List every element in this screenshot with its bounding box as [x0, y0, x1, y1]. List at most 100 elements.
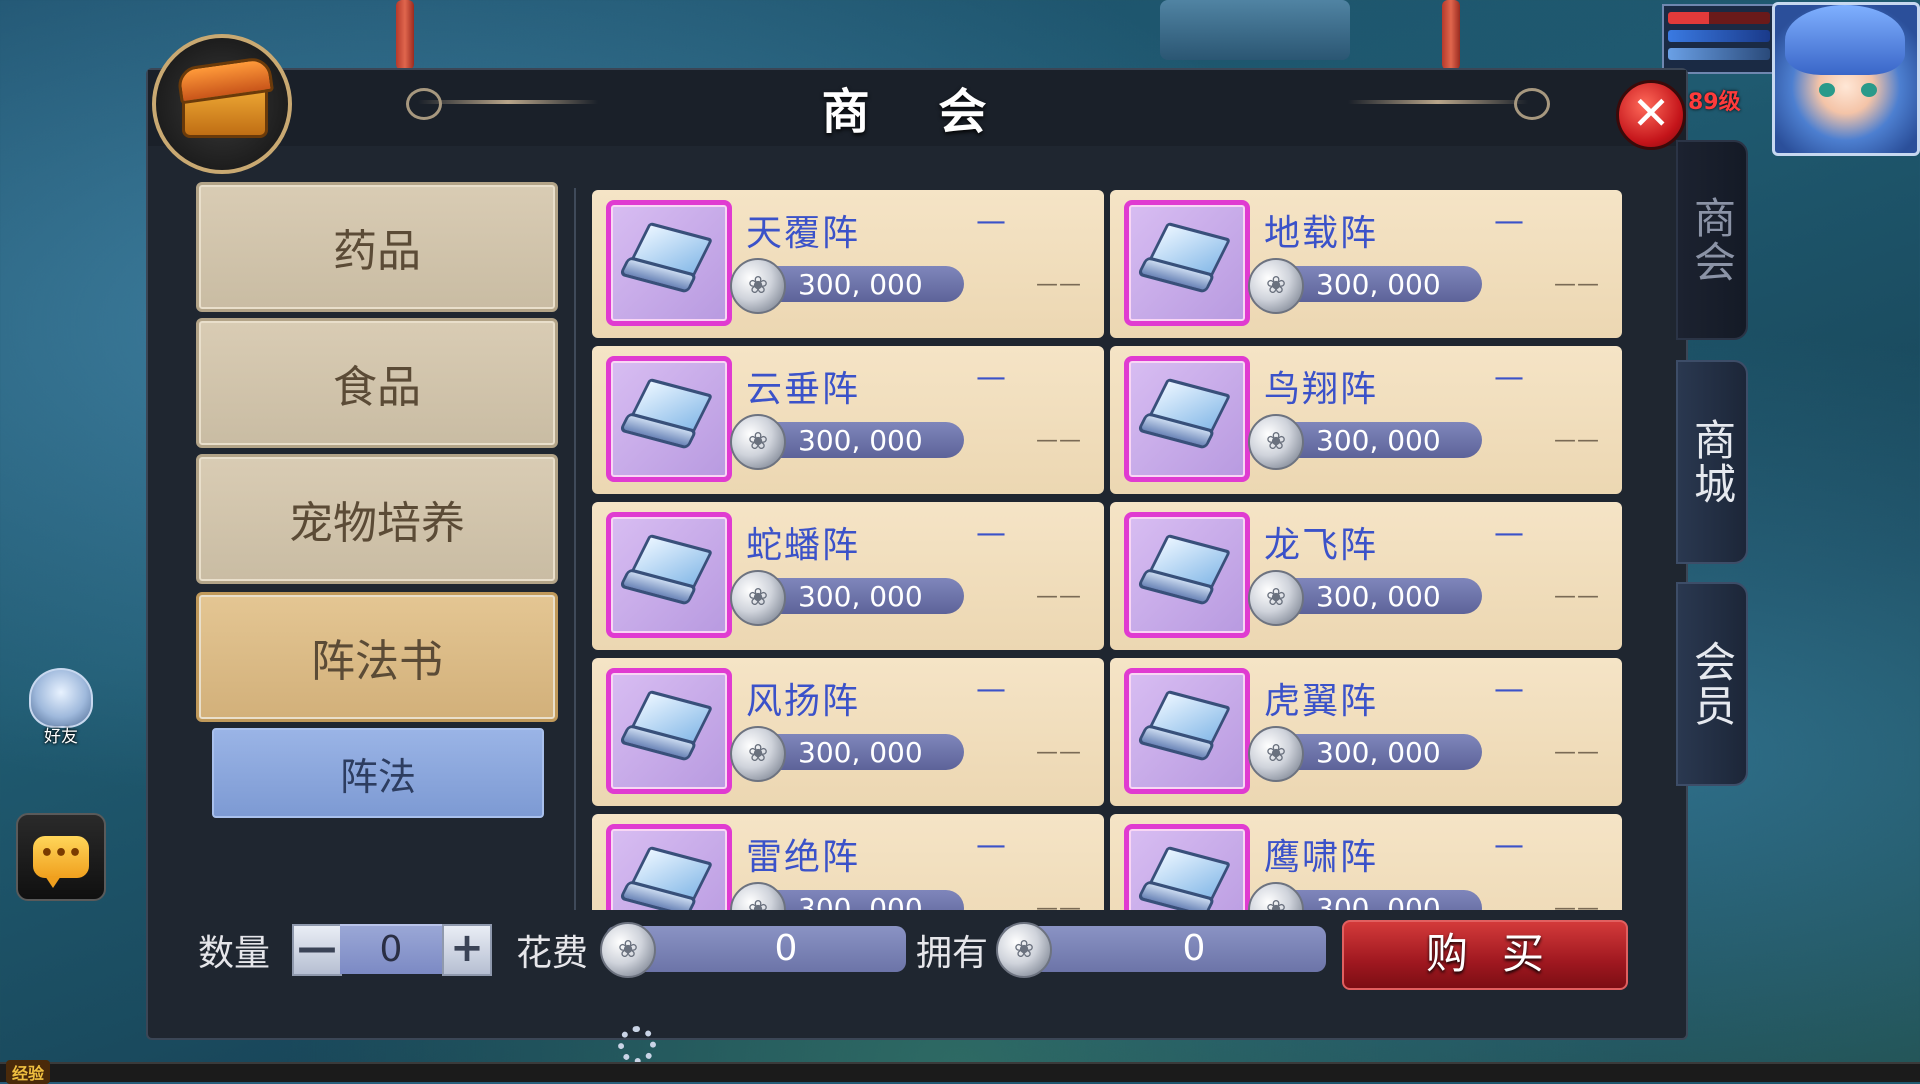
item-limit: —— — [1554, 428, 1600, 453]
player-level: 89级 — [1688, 90, 1741, 115]
item-limit: —— — [1554, 740, 1600, 765]
buy-button[interactable]: 购买 — [1342, 920, 1628, 990]
owned-label: 拥有 — [916, 933, 989, 974]
avatar-eye — [1819, 83, 1835, 97]
decrease-quantity-button[interactable]: — — [292, 924, 342, 976]
shop-item[interactable]: 天覆阵 — ❀ 300, 000 —— — [592, 190, 1104, 338]
gear-icon[interactable] — [618, 1026, 656, 1064]
item-price: ❀ 300, 000 — [730, 414, 964, 470]
item-price-value: 300, 000 — [798, 892, 923, 910]
quantity-input[interactable]: 0 — [340, 924, 442, 974]
quantity-label: 数量 — [198, 933, 271, 974]
chat-button[interactable]: ••• — [16, 813, 106, 901]
item-stock: — — [1494, 360, 1524, 395]
shop-item[interactable]: 蛇蟠阵 — ❀ 300, 000 —— — [592, 502, 1104, 650]
silver-coin-icon: ❀ — [1248, 882, 1304, 910]
item-price-value: 300, 000 — [798, 736, 923, 769]
cost-label: 花费 — [516, 933, 589, 974]
formation-book-icon — [1124, 356, 1250, 482]
formation-book-icon — [606, 512, 732, 638]
cost-field: ❀ 0 — [600, 922, 906, 978]
item-price: ❀ 300, 000 — [730, 882, 964, 910]
title-ornament — [1348, 100, 1528, 104]
item-name: 虎翼阵 — [1264, 681, 1379, 722]
panel-title: 商 会 — [821, 84, 1013, 140]
player-avatar[interactable] — [1772, 2, 1920, 156]
item-limit: —— — [1036, 272, 1082, 297]
item-name: 鸟翔阵 — [1264, 369, 1379, 410]
friends-wing-icon — [29, 668, 93, 728]
friends-button[interactable]: 好友 — [22, 668, 100, 758]
item-price-value: 300, 000 — [1316, 424, 1441, 457]
item-stock: — — [976, 672, 1006, 707]
shop-item[interactable]: 地载阵 — ❀ 300, 000 —— — [1110, 190, 1622, 338]
formation-book-icon — [606, 200, 732, 326]
shop-item[interactable]: 雷绝阵 — ❀ 300, 000 —— — [592, 814, 1104, 910]
category-food[interactable]: 食品 — [196, 318, 558, 448]
shop-item[interactable]: 鸟翔阵 — ❀ 300, 000 —— — [1110, 346, 1622, 494]
shop-item[interactable]: 鹰啸阵 — ❀ 300, 000 —— — [1110, 814, 1622, 910]
shop-item[interactable]: 风扬阵 — ❀ 300, 000 —— — [592, 658, 1104, 806]
owned-value: 0 — [1182, 928, 1206, 969]
title-ornament — [418, 100, 598, 104]
item-price: ❀ 300, 000 — [1248, 570, 1482, 626]
player-status-bars — [1662, 4, 1776, 74]
chat-bubble-icon: ••• — [33, 836, 89, 888]
shop-item[interactable]: 虎翼阵 — ❀ 300, 000 —— — [1110, 658, 1622, 806]
experience-label: 经验 — [6, 1060, 51, 1084]
item-price-value: 300, 000 — [1316, 580, 1441, 613]
item-name: 雷绝阵 — [746, 837, 861, 878]
item-name: 蛇蟠阵 — [746, 525, 861, 566]
increase-quantity-button[interactable]: + — [442, 924, 492, 976]
shop-item[interactable]: 云垂阵 — ❀ 300, 000 —— — [592, 346, 1104, 494]
subcategory-formation[interactable]: 阵法 — [212, 728, 544, 818]
item-grid[interactable]: 天覆阵 — ❀ 300, 000 —— 地载阵 — ❀ 300, 000 —— 云垂… — [590, 188, 1624, 910]
silver-coin-icon: ❀ — [600, 922, 656, 978]
item-price-value: 300, 000 — [798, 424, 923, 457]
formation-book-icon — [606, 356, 732, 482]
item-stock: — — [976, 828, 1006, 863]
friends-label: 好友 — [44, 727, 78, 747]
treasure-chest-icon — [152, 34, 292, 174]
item-name: 云垂阵 — [746, 369, 861, 410]
item-price: ❀ 300, 000 — [1248, 882, 1482, 910]
item-name: 地载阵 — [1264, 213, 1379, 254]
item-limit: —— — [1554, 272, 1600, 297]
silver-coin-icon: ❀ — [730, 570, 786, 626]
silver-coin-icon: ❀ — [730, 414, 786, 470]
item-price-value: 300, 000 — [1316, 268, 1441, 301]
mp-bar — [1668, 30, 1770, 42]
item-name: 天覆阵 — [746, 213, 861, 254]
item-price: ❀ 300, 000 — [1248, 414, 1482, 470]
quantity-stepper: — 0 + — [292, 924, 492, 976]
item-limit: —— — [1036, 428, 1082, 453]
owned-field: ❀ 0 — [996, 922, 1326, 978]
category-formation-books[interactable]: 阵法书 — [196, 592, 558, 722]
bg-rope — [396, 0, 414, 70]
item-stock: — — [1494, 672, 1524, 707]
shop-item[interactable]: 龙飞阵 — ❀ 300, 000 —— — [1110, 502, 1622, 650]
item-price: ❀ 300, 000 — [1248, 726, 1482, 782]
category-medicine[interactable]: 药品 — [196, 182, 558, 312]
formation-book-icon — [606, 824, 732, 910]
side-tab-merchant-guild[interactable]: 商会 — [1676, 140, 1748, 340]
formation-book-icon — [606, 668, 732, 794]
item-stock: — — [976, 360, 1006, 395]
item-stock: — — [1494, 516, 1524, 551]
experience-bar — [0, 1062, 1920, 1082]
hp-bar — [1668, 12, 1770, 24]
side-tab-membership[interactable]: 会员 — [1676, 582, 1748, 786]
silver-coin-icon: ❀ — [1248, 726, 1304, 782]
avatar-hair — [1785, 5, 1905, 75]
formation-book-icon — [1124, 200, 1250, 326]
silver-coin-icon: ❀ — [730, 726, 786, 782]
item-price-value: 300, 000 — [798, 580, 923, 613]
item-limit: —— — [1554, 896, 1600, 910]
item-stock: — — [976, 204, 1006, 239]
sp-bar — [1668, 48, 1770, 60]
formation-book-icon — [1124, 824, 1250, 910]
item-price: ❀ 300, 000 — [730, 726, 964, 782]
side-tab-mall[interactable]: 商城 — [1676, 360, 1748, 564]
category-pet-training[interactable]: 宠物培养 — [196, 454, 558, 584]
item-price: ❀ 300, 000 — [1248, 258, 1482, 314]
